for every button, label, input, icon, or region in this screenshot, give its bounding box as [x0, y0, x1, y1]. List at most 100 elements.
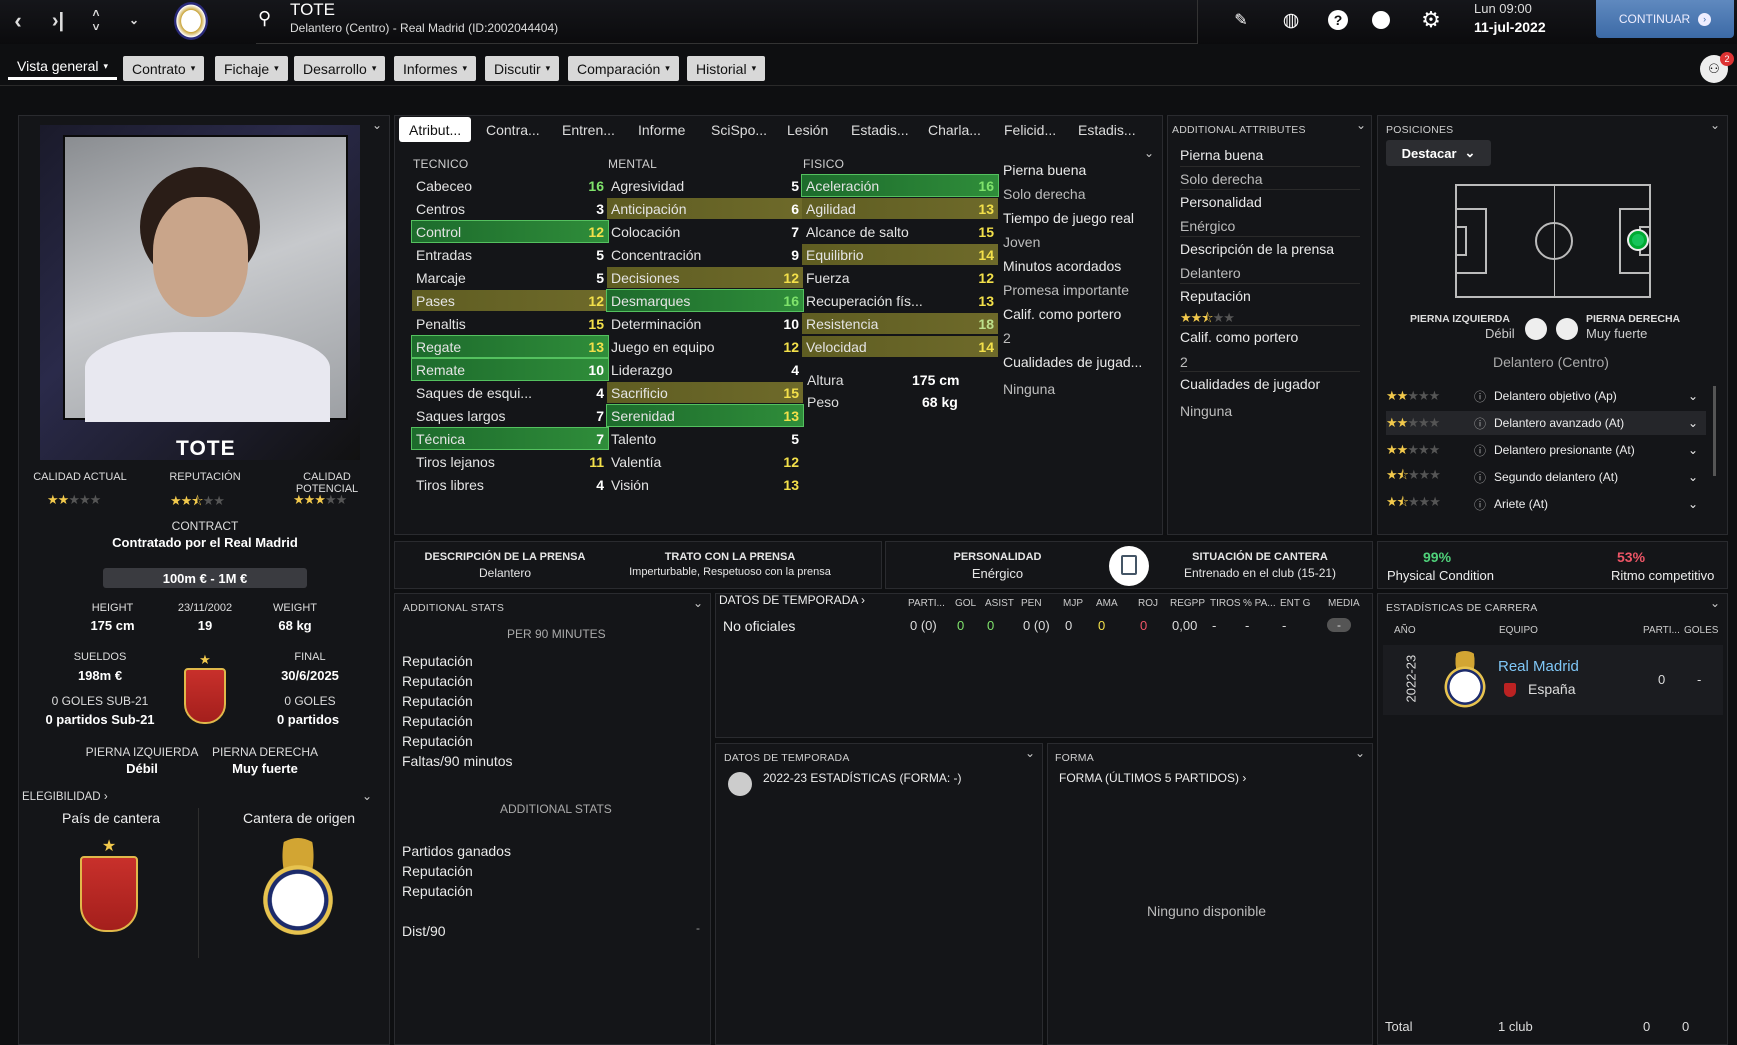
pencil-icon[interactable]: ✎: [1227, 6, 1255, 34]
tab-discutir[interactable]: Discutir ▾: [485, 56, 560, 81]
attribute-row[interactable]: Penaltis 15: [412, 313, 608, 334]
forward-arrow-icon[interactable]: ›|: [46, 6, 70, 36]
attribute-row[interactable]: Control 12: [411, 220, 609, 243]
help-icon[interactable]: ?: [1324, 6, 1352, 34]
attribute-row[interactable]: Resistencia 18: [802, 313, 998, 334]
chevron-down-icon[interactable]: ⌄: [1025, 746, 1035, 760]
subtab-informe[interactable]: Informe: [628, 117, 695, 142]
aa-cualidades: Cualidades de jugador: [1180, 376, 1321, 392]
attribute-row[interactable]: Equilibrio 14: [802, 244, 998, 265]
attribute-row[interactable]: Velocidad 14: [802, 336, 998, 357]
attribute-row[interactable]: Serenidad 13: [606, 404, 804, 427]
chevron-down-icon[interactable]: ⌄: [1710, 596, 1720, 610]
attribute-row[interactable]: Regate 13: [411, 335, 609, 358]
attribute-row[interactable]: Entradas 5: [412, 244, 608, 265]
subtab-felicidad[interactable]: Felicid...: [994, 117, 1066, 142]
attribute-row[interactable]: Agresividad 5: [607, 175, 803, 196]
up-down-icon[interactable]: ˄ ˅: [86, 2, 106, 38]
subtab-entrenamiento[interactable]: Entren...: [552, 117, 625, 142]
subtab-charla[interactable]: Charla...: [918, 117, 991, 142]
chevron-down-icon[interactable]: ⌄: [1710, 118, 1720, 132]
attribute-row[interactable]: Desmarques 16: [606, 289, 804, 312]
role-row[interactable]: ★⯪★★★ ⓘ Ariete (At) ⌄: [1386, 492, 1706, 516]
attribute-row[interactable]: Tiros lejanos 11: [412, 451, 608, 472]
form-link[interactable]: FORMA (ÚLTIMOS 5 PARTIDOS) ›: [1059, 771, 1246, 785]
scrollbar[interactable]: [1713, 386, 1716, 476]
attribute-row[interactable]: Tiros libres 4: [412, 474, 608, 495]
attribute-row[interactable]: Sacrificio 15: [607, 382, 803, 403]
attribute-row[interactable]: Decisiones 12: [607, 267, 803, 288]
chevron-down-icon[interactable]: ⌄: [1355, 746, 1365, 760]
chevron-down-icon[interactable]: ⌄: [1688, 389, 1698, 403]
season-data-link[interactable]: DATOS DE TEMPORADA ›: [719, 593, 865, 607]
tab-historial[interactable]: Historial ▾: [687, 56, 766, 81]
attribute-row[interactable]: Agilidad 13: [802, 198, 998, 219]
info-icon[interactable]: ⓘ: [1474, 469, 1486, 486]
chevron-down-icon[interactable]: ⌄: [1688, 497, 1698, 511]
info-icon[interactable]: ⓘ: [1474, 496, 1486, 513]
attribute-row[interactable]: Centros 3: [412, 198, 608, 219]
subtab-estadisticas[interactable]: Estadis...: [841, 117, 919, 142]
attribute-row[interactable]: Pases 12: [412, 290, 608, 311]
chevron-down-icon[interactable]: ⌄: [1688, 470, 1698, 484]
continue-label: CONTINUAR: [1618, 12, 1691, 26]
chevron-down-icon[interactable]: ⌄: [1688, 416, 1698, 430]
globe-icon[interactable]: ◍: [1277, 6, 1305, 34]
chevron-down-icon[interactable]: ⌄: [1688, 443, 1698, 457]
attribute-row[interactable]: Saques de esqui... 4: [412, 382, 608, 403]
attribute-row[interactable]: Talento 5: [607, 428, 803, 449]
attribute-row[interactable]: Fuerza 12: [802, 267, 998, 288]
tab-informes[interactable]: Informes ▾: [394, 56, 476, 81]
highlight-dropdown[interactable]: Destacar ⌄: [1386, 140, 1491, 166]
back-arrow-icon[interactable]: ‹: [6, 6, 30, 36]
chevron-down-icon[interactable]: ⌄: [362, 789, 372, 803]
role-row[interactable]: ★★★★★ ⓘ Delantero avanzado (At) ⌄: [1386, 411, 1706, 435]
attribute-row[interactable]: Liderazgo 4: [607, 359, 803, 380]
tab-desarrollo[interactable]: Desarrollo ▾: [294, 56, 386, 81]
search-icon[interactable]: ⚲: [258, 8, 271, 29]
eligibility-link[interactable]: ELEGIBILIDAD ›: [22, 791, 108, 803]
attribute-row[interactable]: Colocación 7: [607, 221, 803, 242]
tab-contrato[interactable]: Contrato ▾: [123, 56, 205, 81]
info-icon[interactable]: ⓘ: [1474, 442, 1486, 459]
gear-icon[interactable]: ⚙: [1417, 6, 1445, 34]
career-row[interactable]: [1383, 645, 1723, 715]
chevron-down-icon[interactable]: ⌄: [372, 118, 382, 132]
info-icon[interactable]: ⓘ: [1474, 388, 1486, 405]
role-row[interactable]: ★★★★★ ⓘ Delantero objetivo (Ap) ⌄: [1386, 384, 1706, 408]
tab-comparacion[interactable]: Comparación ▾: [568, 56, 679, 81]
attribute-row[interactable]: Técnica 7: [411, 427, 609, 450]
attribute-row[interactable]: Remate 10: [411, 358, 609, 381]
subtab-scisports[interactable]: SciSpo...: [701, 117, 777, 142]
subtab-contrato[interactable]: Contra...: [476, 117, 550, 142]
chevron-down-icon[interactable]: ⌄: [693, 596, 703, 610]
club-crest-icon[interactable]: [174, 2, 208, 40]
role-row[interactable]: ★⯪★★★ ⓘ Segundo delantero (At) ⌄: [1386, 465, 1706, 489]
attribute-row[interactable]: Cabeceo 16: [412, 175, 608, 196]
attribute-row[interactable]: Anticipación 6: [607, 198, 803, 219]
subtab-lesion[interactable]: Lesión: [777, 117, 838, 142]
attribute-row[interactable]: Concentración 9: [607, 244, 803, 265]
chevron-down-icon[interactable]: ⌄: [1356, 118, 1366, 132]
role-row[interactable]: ★★★★★ ⓘ Delantero presionante (At) ⌄: [1386, 438, 1706, 462]
info-icon[interactable]: ⓘ: [1474, 415, 1486, 432]
chevron-down-icon[interactable]: ⌄: [1144, 146, 1154, 160]
status-circle-icon[interactable]: [1367, 6, 1395, 34]
attribute-row[interactable]: Juego en equipo 12: [607, 336, 803, 357]
subtab-atributos[interactable]: Atribut...: [399, 117, 472, 142]
attribute-row[interactable]: Valentía 12: [607, 451, 803, 472]
tab-vista-general[interactable]: Vista general ▾: [8, 55, 117, 80]
season-col-header: ROJ: [1138, 598, 1158, 609]
attribute-row[interactable]: Marcaje 5: [412, 267, 608, 288]
attribute-row[interactable]: Recuperación fís... 13: [802, 290, 998, 311]
continue-button[interactable]: CONTINUAR ›: [1596, 0, 1734, 38]
attribute-row[interactable]: Saques largos 7: [412, 405, 608, 426]
chevron-down-icon[interactable]: ⌄: [124, 8, 144, 32]
attribute-row[interactable]: Aceleración 16: [801, 174, 999, 197]
subtab-estadisticas-2[interactable]: Estadis...: [1068, 117, 1146, 142]
tab-fichaje[interactable]: Fichaje ▾: [215, 56, 288, 81]
attribute-row[interactable]: Visión 13: [607, 474, 803, 495]
attribute-row[interactable]: Alcance de salto 15: [802, 221, 998, 242]
career-team-link[interactable]: Real Madrid: [1498, 658, 1579, 675]
attribute-row[interactable]: Determinación 10: [607, 313, 803, 334]
